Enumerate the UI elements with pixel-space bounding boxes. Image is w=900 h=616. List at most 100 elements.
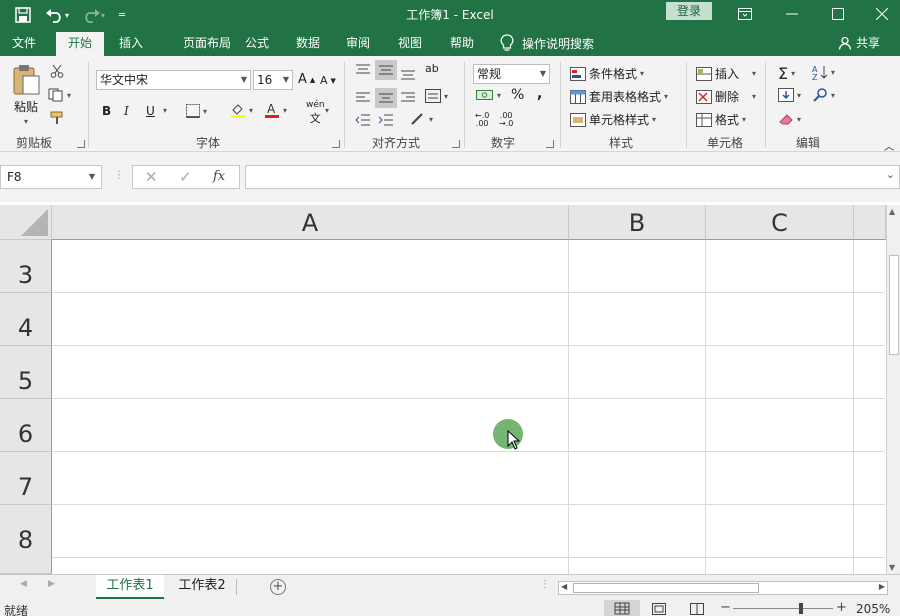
- row-header-5[interactable]: 5: [0, 346, 52, 399]
- autosum-icon[interactable]: Σ ▾: [778, 64, 795, 83]
- column-header-a[interactable]: A: [52, 205, 569, 240]
- fill-icon[interactable]: ▾: [778, 88, 801, 102]
- format-painter-icon[interactable]: [50, 111, 66, 125]
- orientation-icon[interactable]: ab: [425, 62, 439, 75]
- row-header-8[interactable]: 8: [0, 505, 52, 574]
- align-top-icon[interactable]: [355, 64, 371, 76]
- tab-help[interactable]: 帮助: [440, 32, 484, 56]
- sheet-tab-1[interactable]: 工作表1: [96, 575, 164, 599]
- page-layout-view-icon[interactable]: [652, 603, 666, 616]
- zoom-in-button[interactable]: +: [836, 600, 847, 615]
- expand-formula-bar-icon[interactable]: ⌄: [886, 168, 895, 181]
- tab-home[interactable]: 开始: [56, 32, 104, 56]
- tab-view[interactable]: 视图: [388, 32, 432, 56]
- insert-function-icon[interactable]: fx: [213, 169, 225, 184]
- tab-data[interactable]: 数据: [286, 32, 330, 56]
- normal-view-button[interactable]: [604, 600, 640, 616]
- minimize-icon[interactable]: [772, 2, 812, 26]
- ribbon-display-options-icon[interactable]: [725, 2, 765, 26]
- delete-cells-button[interactable]: 删除 ▾: [696, 88, 756, 105]
- clipboard-launcher-icon[interactable]: [77, 140, 85, 148]
- increase-decimal-icon[interactable]: ←.0.00: [475, 112, 489, 128]
- italic-button[interactable]: I: [124, 104, 129, 118]
- comma-style-button[interactable]: ,: [537, 86, 542, 102]
- bold-button[interactable]: B: [102, 104, 111, 118]
- cell-grid[interactable]: [52, 240, 885, 574]
- name-box[interactable]: F8 ▼: [0, 165, 102, 189]
- column-header-b[interactable]: B: [569, 205, 706, 240]
- number-launcher-icon[interactable]: [546, 140, 554, 148]
- format-cells-button[interactable]: 格式 ▾: [696, 111, 746, 128]
- tab-review[interactable]: 审阅: [336, 32, 380, 56]
- undo-icon[interactable]: ▾: [42, 4, 72, 26]
- fill-color-icon[interactable]: ▾: [230, 102, 253, 118]
- percent-button[interactable]: %: [511, 87, 524, 103]
- number-format-select[interactable]: 常规 ▼: [473, 64, 550, 84]
- increase-font-size-icon[interactable]: A ▲: [298, 72, 315, 87]
- clear-icon[interactable]: ▾: [778, 112, 801, 126]
- find-select-icon[interactable]: ▾: [812, 88, 835, 102]
- increase-indent-icon[interactable]: [378, 114, 394, 126]
- collapse-ribbon-icon[interactable]: ︿: [884, 138, 894, 153]
- confirm-entry-icon[interactable]: ✓: [179, 168, 192, 186]
- orientation-menu-icon[interactable]: ▾: [410, 112, 433, 126]
- decrease-decimal-icon[interactable]: .00 →.0: [499, 112, 513, 128]
- next-sheet-icon[interactable]: ▶: [48, 579, 55, 589]
- accounting-format-icon[interactable]: ▾: [476, 88, 501, 102]
- zoom-slider[interactable]: [733, 603, 833, 614]
- align-bottom-icon[interactable]: [400, 68, 416, 80]
- sheet-tab-2[interactable]: 工作表2: [168, 575, 236, 599]
- phonetic-guide-icon[interactable]: wén 文: [306, 100, 325, 126]
- decrease-font-size-icon[interactable]: A ▼: [320, 74, 336, 87]
- tab-insert[interactable]: 插入: [108, 32, 154, 56]
- cell-styles-button[interactable]: 单元格样式 ▾: [570, 111, 656, 128]
- vertical-scroll-thumb[interactable]: [889, 255, 899, 355]
- tab-file[interactable]: 文件: [0, 32, 48, 56]
- paste-button[interactable]: 粘贴 ▾: [8, 64, 44, 134]
- tell-me-search[interactable]: 操作说明搜索: [500, 32, 594, 54]
- formula-bar-resize-handle[interactable]: ⋮: [114, 170, 124, 181]
- align-center-icon[interactable]: [375, 88, 397, 108]
- row-header-7[interactable]: 7: [0, 452, 52, 505]
- zoom-out-button[interactable]: −: [720, 600, 731, 615]
- scroll-left-icon[interactable]: ◀: [561, 582, 567, 591]
- font-size-select[interactable]: 16 ▼: [253, 70, 293, 90]
- font-color-icon[interactable]: A ▾: [264, 102, 287, 118]
- select-all-button[interactable]: [0, 205, 52, 240]
- tab-formulas[interactable]: 公式: [236, 32, 278, 56]
- wrap-text-icon[interactable]: ▾: [425, 89, 448, 103]
- align-left-icon[interactable]: [355, 92, 371, 104]
- zoom-level[interactable]: 205%: [856, 602, 890, 616]
- column-header-d[interactable]: [854, 205, 886, 240]
- page-break-preview-icon[interactable]: [690, 603, 704, 616]
- underline-button[interactable]: U: [146, 104, 155, 118]
- conditional-format-button[interactable]: 条件格式 ▾: [570, 65, 644, 82]
- redo-icon[interactable]: ▾: [78, 4, 108, 26]
- customize-toolbar-icon[interactable]: ═: [114, 4, 130, 26]
- chevron-down-icon[interactable]: ▾: [163, 106, 167, 115]
- save-icon[interactable]: [10, 4, 36, 26]
- add-sheet-button[interactable]: +: [270, 579, 286, 595]
- decrease-indent-icon[interactable]: [355, 114, 371, 126]
- login-button[interactable]: 登录: [666, 2, 712, 20]
- formula-input[interactable]: ⌄: [245, 165, 900, 189]
- align-right-icon[interactable]: [400, 92, 416, 104]
- horizontal-scrollbar[interactable]: ◀ ▶: [558, 581, 888, 595]
- borders-icon[interactable]: ▾: [186, 104, 207, 118]
- align-middle-icon[interactable]: [375, 60, 397, 80]
- maximize-icon[interactable]: [818, 2, 858, 26]
- column-header-c[interactable]: C: [706, 205, 854, 240]
- insert-cells-button[interactable]: 插入 ▾: [696, 65, 756, 82]
- cut-icon[interactable]: [50, 64, 64, 78]
- vertical-scrollbar[interactable]: ▲ ▼: [886, 205, 900, 574]
- horizontal-scroll-thumb[interactable]: [573, 583, 759, 593]
- alignment-launcher-icon[interactable]: [452, 140, 460, 148]
- scroll-up-icon[interactable]: ▲: [889, 207, 895, 216]
- chevron-down-icon[interactable]: ▾: [325, 106, 329, 115]
- scroll-down-icon[interactable]: ▼: [889, 563, 895, 572]
- sort-filter-icon[interactable]: A Z ▾: [812, 64, 835, 80]
- font-name-select[interactable]: 华文中宋 ▼: [96, 70, 251, 90]
- zoom-slider-thumb[interactable]: [799, 603, 803, 614]
- font-launcher-icon[interactable]: [332, 140, 340, 148]
- scroll-right-icon[interactable]: ▶: [879, 582, 885, 591]
